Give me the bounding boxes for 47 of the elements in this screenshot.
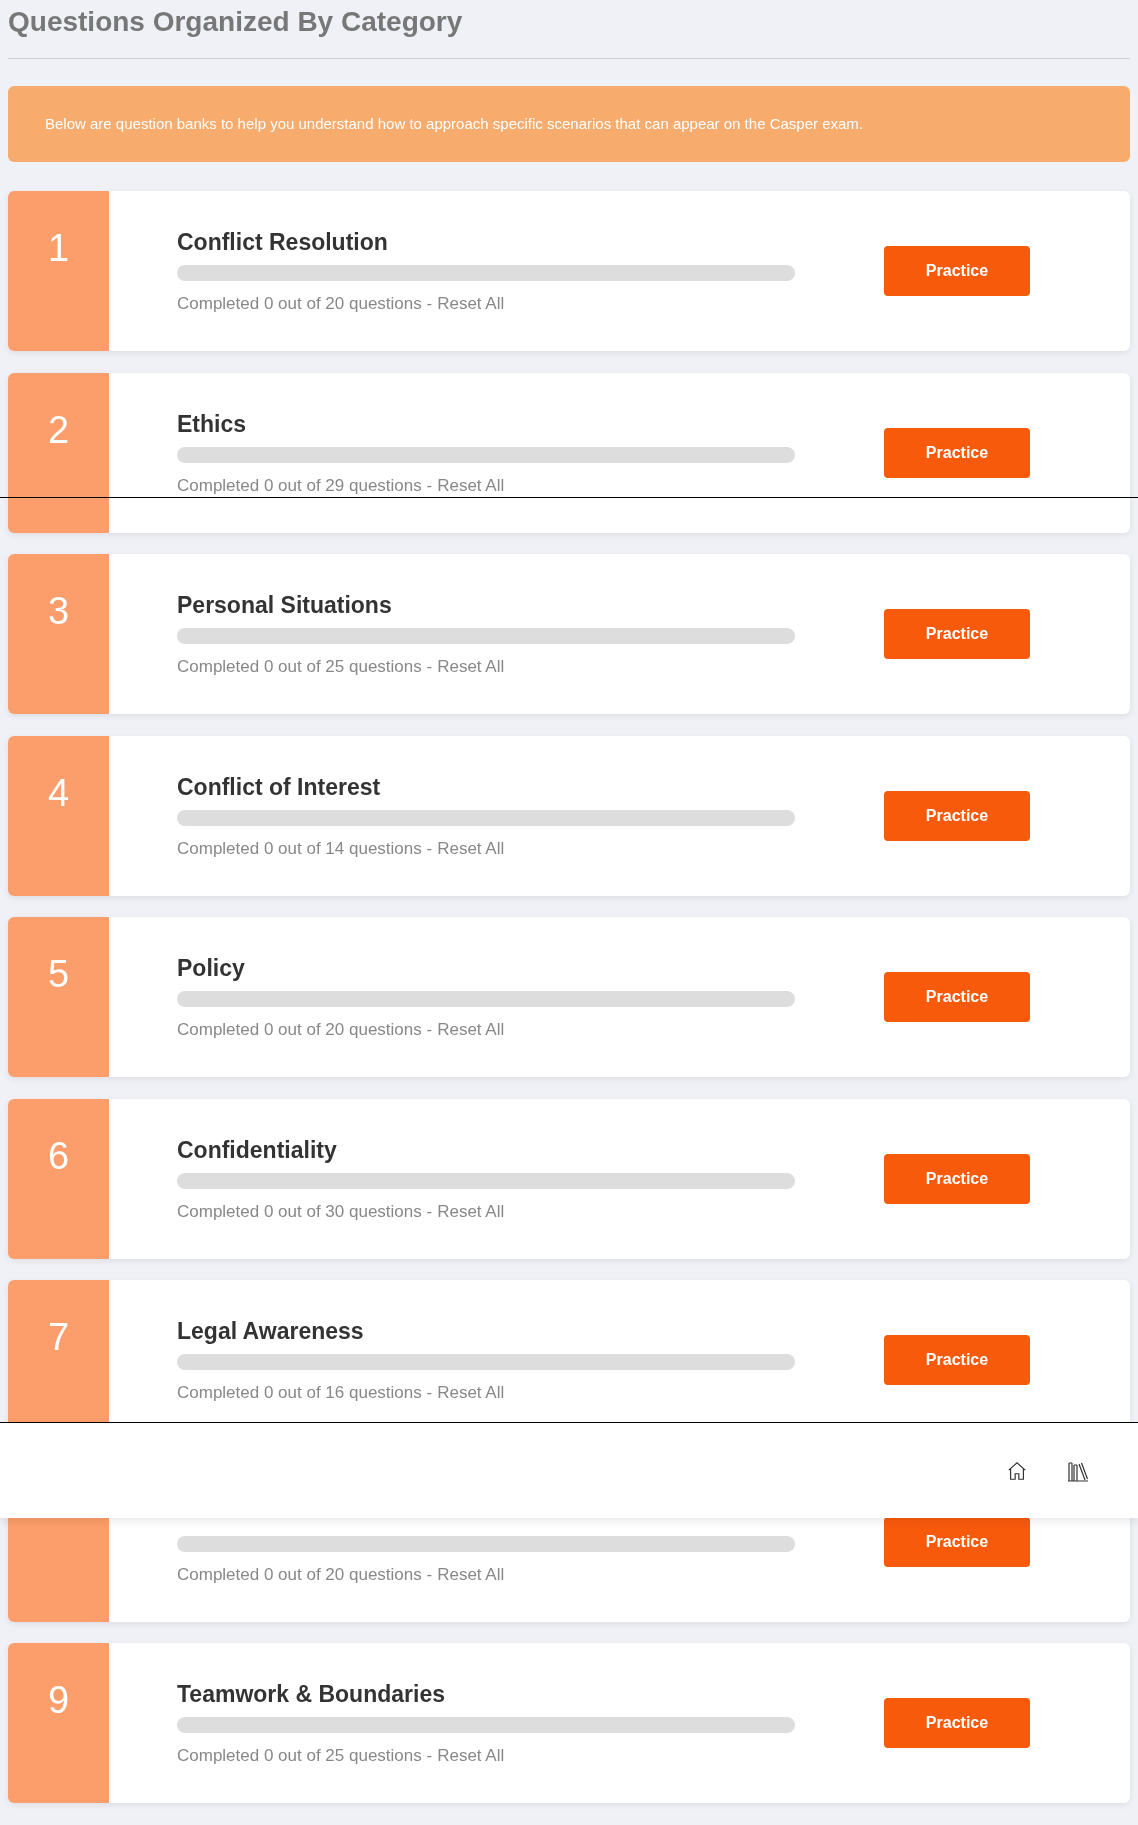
practice-button[interactable]: Practice bbox=[884, 609, 1030, 659]
category-number: 7 bbox=[47, 1318, 70, 1356]
reset-link[interactable]: Reset All bbox=[437, 1563, 505, 1586]
practice-button[interactable]: Practice bbox=[884, 790, 1030, 841]
reset-link[interactable]: Reset All bbox=[437, 293, 505, 315]
category-title: Confidentiality bbox=[177, 1135, 338, 1165]
category-number: 2 bbox=[47, 410, 70, 449]
practice-button[interactable]: Practice bbox=[884, 1153, 1030, 1204]
category-title: Policy bbox=[177, 954, 246, 983]
progress-text: Completed 0 out of 25 questions - bbox=[177, 656, 433, 678]
progress-text: Completed 0 out of 20 questions - bbox=[177, 293, 433, 315]
practice-button[interactable]: Practice bbox=[884, 246, 1030, 296]
home-icon[interactable] bbox=[1006, 1459, 1028, 1482]
category-title: Personal Situations bbox=[177, 591, 393, 620]
category-title: Ethics bbox=[177, 409, 248, 439]
banner-text: Below are question banks to help you understand how to approach specific scenarios that can appear on the Casper exam. bbox=[45, 113, 863, 134]
reset-link[interactable]: Reset All bbox=[437, 1019, 505, 1041]
category-number: 4 bbox=[47, 773, 70, 812]
practice-button[interactable]: Practice bbox=[884, 972, 1030, 1022]
progress-text: Completed 0 out of 16 questions - bbox=[177, 1382, 433, 1404]
category-title: Teamwork & Boundaries bbox=[177, 1680, 446, 1709]
reset-link[interactable]: Reset All bbox=[437, 1382, 505, 1404]
books-icon[interactable] bbox=[1066, 1459, 1090, 1482]
category-number: 5 bbox=[47, 955, 70, 993]
reset-link[interactable]: Reset All bbox=[437, 1200, 505, 1223]
reset-link[interactable]: Reset All bbox=[437, 474, 505, 497]
progress-text: Completed 0 out of 14 questions - bbox=[177, 837, 433, 860]
page-title: Questions Organized By Category bbox=[8, 5, 463, 39]
practice-button[interactable]: Practice bbox=[884, 1698, 1030, 1748]
category-number: 6 bbox=[47, 1136, 70, 1175]
category-number: 1 bbox=[47, 229, 70, 267]
category-number: 9 bbox=[47, 1681, 70, 1719]
category-title: Legal Awareness bbox=[177, 1317, 365, 1346]
category-title: Conflict of Interest bbox=[177, 772, 382, 802]
reset-link[interactable]: Reset All bbox=[437, 837, 505, 860]
progress-text: Completed 0 out of 25 questions - bbox=[177, 1745, 433, 1767]
progress-text: Completed 0 out of 29 questions - bbox=[177, 474, 433, 497]
category-number: 3 bbox=[47, 592, 70, 630]
progress-text: Completed 0 out of 20 questions - bbox=[177, 1563, 433, 1586]
practice-button[interactable]: Practice bbox=[884, 427, 1030, 478]
practice-button[interactable]: Practice bbox=[884, 1516, 1030, 1567]
category-title: Conflict Resolution bbox=[177, 228, 389, 257]
reset-link[interactable]: Reset All bbox=[437, 656, 505, 678]
progress-text: Completed 0 out of 20 questions - bbox=[177, 1019, 433, 1041]
progress-text: Completed 0 out of 30 questions - bbox=[177, 1200, 433, 1223]
practice-button[interactable]: Practice bbox=[884, 1335, 1030, 1385]
reset-link[interactable]: Reset All bbox=[437, 1745, 505, 1767]
